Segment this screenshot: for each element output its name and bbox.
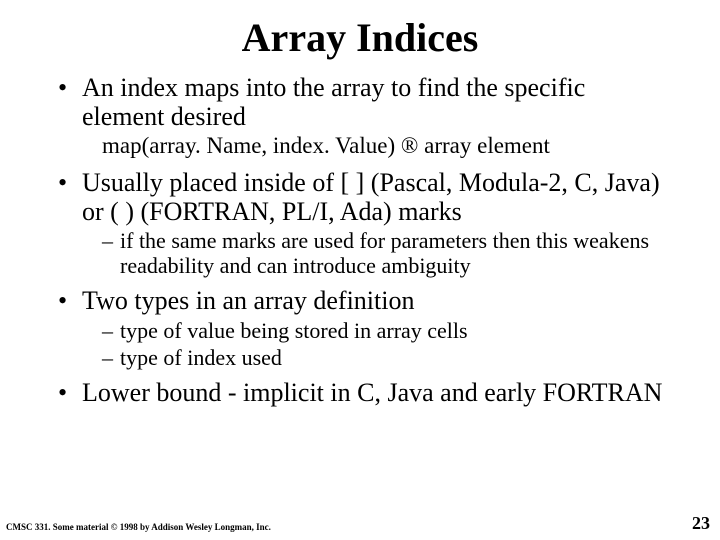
bullet-1: An index maps into the array to find the…: [58, 73, 672, 160]
bullet-3-text: Two types in an array definition: [82, 286, 414, 315]
bullet-4-text: Lower bound - implicit in C, Java and ea…: [82, 378, 662, 407]
map-expr-left: map(array. Name, index. Value): [102, 133, 401, 158]
bullet-2: Usually placed inside of [ ] (Pascal, Mo…: [58, 168, 672, 279]
page-number: 23: [692, 513, 710, 534]
bullet-3: Two types in an array definition type of…: [58, 286, 672, 370]
bullet-list: An index maps into the array to find the…: [58, 73, 672, 407]
bullet-3-sub2: type of index used: [102, 345, 672, 370]
arrow-icon: ®: [401, 133, 418, 158]
bullet-4: Lower bound - implicit in C, Java and ea…: [58, 378, 672, 407]
slide: Array Indices An index maps into the arr…: [0, 0, 720, 540]
bullet-3-sub1: type of value being stored in array cell…: [102, 318, 672, 343]
page-title: Array Indices: [0, 0, 720, 67]
bullet-2-sublist: if the same marks are used for parameter…: [102, 228, 672, 279]
bullet-3-sublist: type of value being stored in array cell…: [102, 318, 672, 371]
map-expr-right: array element: [418, 133, 550, 158]
bullet-2-text: Usually placed inside of [ ] (Pascal, Mo…: [82, 168, 660, 226]
bullet-2-sub1: if the same marks are used for parameter…: [102, 228, 672, 279]
footer-left: CMSC 331. Some material © 1998 by Addiso…: [6, 522, 271, 532]
bullet-1-sub: map(array. Name, index. Value) ® array e…: [102, 133, 672, 159]
bullet-1-text: An index maps into the array to find the…: [82, 73, 585, 131]
